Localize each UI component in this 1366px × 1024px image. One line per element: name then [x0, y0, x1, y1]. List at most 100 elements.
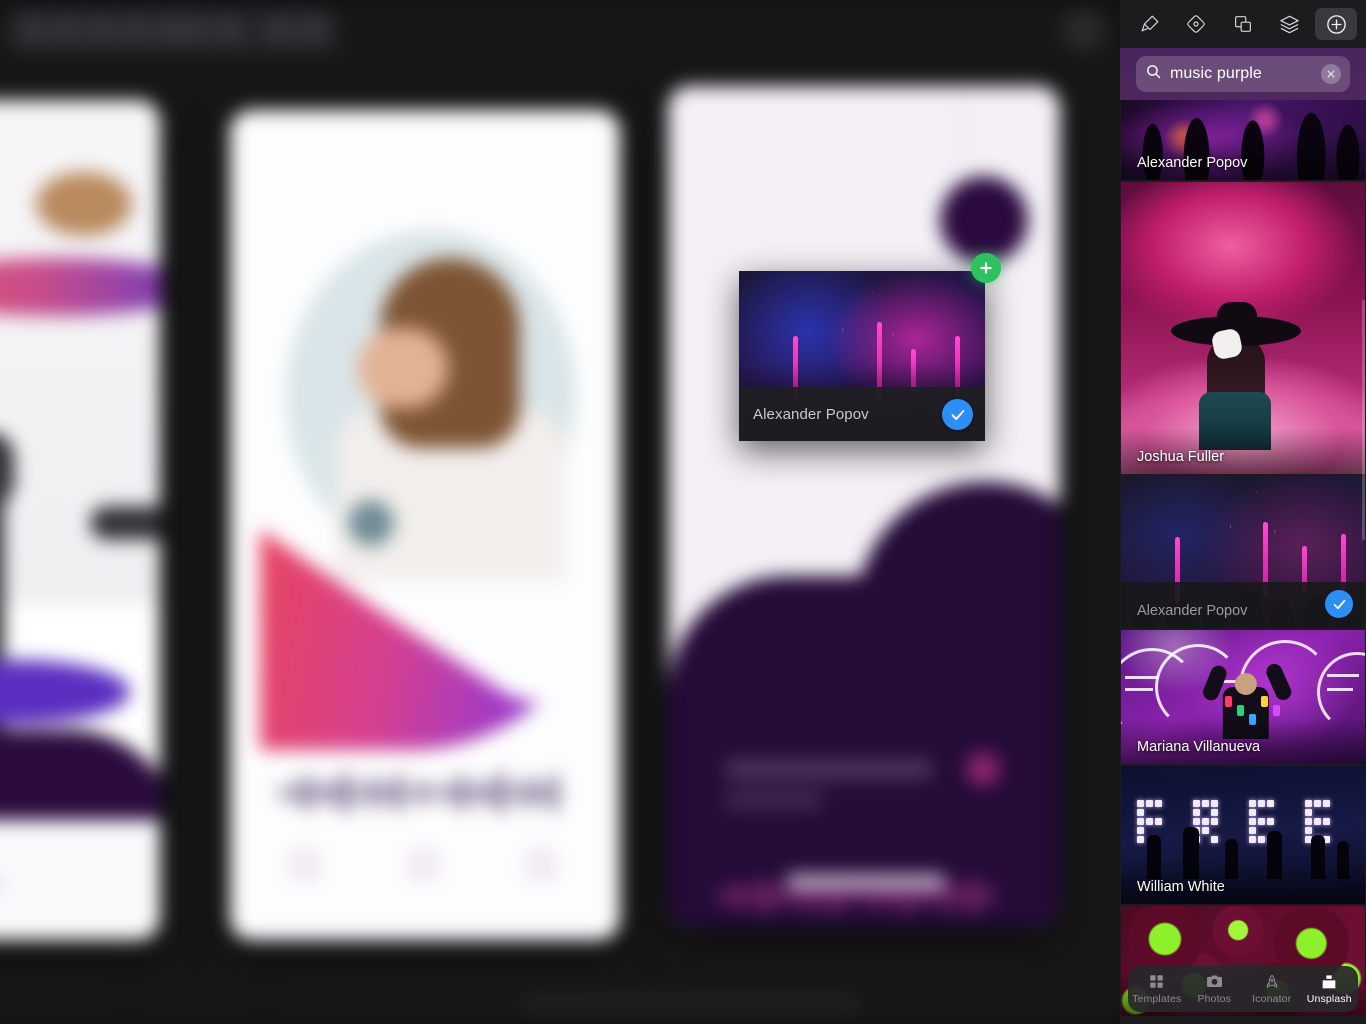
led-pixel: [1146, 800, 1153, 807]
align-icon[interactable]: [214, 15, 244, 45]
drag-preview-author: Alexander Popov: [753, 405, 869, 423]
artboard-center[interactable]: [230, 110, 620, 940]
clear-circle-icon[interactable]: [1321, 64, 1341, 84]
camera-icon: [1206, 973, 1223, 990]
artboard-center-face: [358, 328, 448, 408]
panel-toolbar[interactable]: [1120, 0, 1366, 48]
waveform-bar: [511, 786, 520, 800]
led-pixel: [1323, 800, 1330, 807]
artboard-center-icon-row: [288, 848, 558, 888]
canvas-bottom-bar[interactable]: [520, 994, 860, 1016]
led-pixel: [1146, 818, 1153, 825]
led-pixel: [1258, 818, 1265, 825]
led-pixel: [1155, 818, 1162, 825]
waveform-bar: [394, 775, 403, 811]
check-icon[interactable]: [942, 399, 973, 430]
image-icon[interactable]: [120, 15, 150, 45]
stage-bar-2: [1125, 688, 1153, 691]
waveform-bar: [433, 788, 442, 798]
artboard-left-head: [36, 172, 132, 236]
search-results-list[interactable]: Alexander Popov Joshua Fuller Alexander Po…: [1120, 94, 1366, 1024]
unsplash-panel[interactable]: music purple Alexander Popov Joshua Fulle…: [1120, 0, 1366, 1024]
unsplash-icon: [1321, 973, 1337, 990]
smoke-figure: [1170, 302, 1301, 451]
led-pixel: [1146, 827, 1153, 834]
confetti-5: [1273, 705, 1280, 716]
shape-icon[interactable]: [154, 15, 210, 45]
artboard-right-circle: [940, 176, 1028, 264]
waveform-bar: [970, 878, 979, 914]
nav-item-iconator[interactable]: Iconator: [1243, 973, 1301, 1005]
search-result-item[interactable]: Mariana Villanueva: [1121, 630, 1365, 764]
waveform-bar: [550, 775, 558, 811]
led-pixel: [1202, 818, 1209, 825]
waveform-bar: [732, 883, 741, 909]
plus-icon[interactable]: [971, 253, 1001, 283]
led-pixel: [1305, 809, 1312, 816]
waveform-bar: [472, 784, 481, 802]
led-pixel: [1137, 809, 1144, 816]
waveform-bar: [524, 778, 533, 808]
panel-scrollbar[interactable]: [1362, 300, 1365, 540]
search-result-item[interactable]: Alexander Popov: [1121, 476, 1365, 628]
artboard-left-footer: [0, 820, 160, 940]
led-pixel: [1193, 818, 1200, 825]
artboard-left-ring: [0, 660, 130, 724]
search-result-item[interactable]: Alexander Popov: [1121, 94, 1365, 180]
led-pixel: [1249, 836, 1256, 843]
nav-item-unsplash[interactable]: Unsplash: [1301, 973, 1359, 1005]
waveform-bar: [420, 781, 429, 805]
plus-circle-icon[interactable]: [1315, 8, 1357, 40]
search-icon: [1145, 63, 1162, 85]
waveform-bar: [858, 890, 867, 902]
waveform-bar: [956, 886, 965, 906]
waveform-bar: [774, 885, 783, 907]
duplicate-icon[interactable]: [1222, 8, 1264, 40]
led-pixel: [1211, 818, 1218, 825]
search-result-author: Mariana Villanueva: [1137, 739, 1261, 755]
waveform-bar: [928, 889, 937, 903]
drag-preview-card[interactable]: Alexander Popov: [739, 253, 1001, 441]
led-pixel: [1249, 818, 1256, 825]
artboard-left-swoosh: [0, 258, 160, 316]
led-pixel: [1202, 836, 1209, 843]
artboard-center-waveform: [278, 770, 558, 816]
layers-icon[interactable]: [1269, 8, 1311, 40]
diamond-shape-icon[interactable]: [1176, 8, 1218, 40]
led-pixel: [1314, 800, 1321, 807]
nav-item-photos[interactable]: Photos: [1186, 973, 1244, 1005]
search-result-item[interactable]: William White: [1121, 766, 1365, 904]
check-icon[interactable]: [1325, 590, 1353, 618]
artboard-right[interactable]: [668, 86, 1060, 926]
waveform-bar: [290, 782, 299, 804]
led-pixel: [1258, 836, 1265, 843]
led-pixel: [1267, 800, 1274, 807]
artboard-right-track-title: [724, 758, 934, 780]
waveform-bar: [381, 783, 390, 803]
led-pixel: [1249, 827, 1256, 834]
stage-bar-4: [1327, 674, 1359, 677]
search-result-item[interactable]: Joshua Fuller: [1121, 182, 1365, 474]
brush-icon[interactable]: [1129, 8, 1171, 40]
artboard-left[interactable]: [0, 100, 160, 940]
waveform-bar: [788, 889, 797, 903]
nav-item-templates[interactable]: Templates: [1128, 973, 1186, 1005]
led-pixel: [1249, 800, 1256, 807]
settings-icon[interactable]: [298, 15, 328, 45]
search-result-author: Alexander Popov: [1137, 155, 1248, 171]
led-pixel: [1267, 809, 1274, 816]
move-icon[interactable]: [52, 15, 82, 45]
text-icon[interactable]: [86, 15, 116, 45]
panel-bottom-nav[interactable]: Templates Photos Iconator Unsplash: [1128, 966, 1358, 1012]
led-pixel: [1258, 809, 1265, 816]
confetti-4: [1261, 696, 1268, 707]
select-icon[interactable]: [18, 15, 48, 45]
waveform-bar: [407, 787, 416, 799]
confetti-1: [1225, 696, 1232, 707]
canvas-top-toolbar[interactable]: [8, 8, 338, 52]
waveform-bar: [368, 778, 377, 808]
group-icon[interactable]: [264, 15, 294, 45]
avatar-button[interactable]: [1062, 9, 1104, 51]
search-input[interactable]: music purple: [1136, 56, 1350, 92]
design-canvas[interactable]: [0, 0, 1122, 1024]
